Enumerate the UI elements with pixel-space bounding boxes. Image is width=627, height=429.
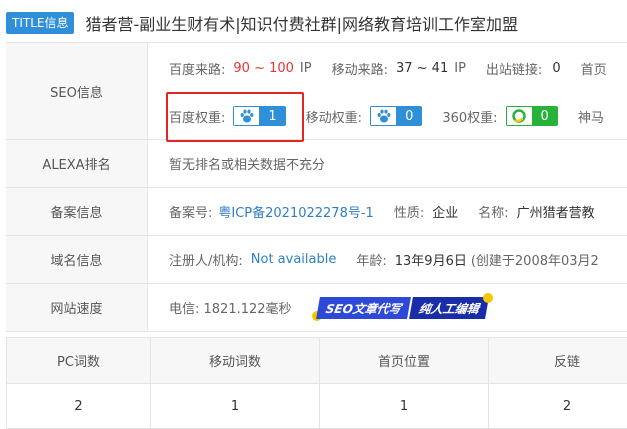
mobile-weight-badge[interactable]: 0 <box>370 106 422 126</box>
promo-dot <box>483 293 493 303</box>
created-date: (创建于2008年03月2 <box>471 250 599 269</box>
alexa-row: ALEXA排名 暂无排名或相关数据不充分 <box>6 140 627 188</box>
icp-name-value: 广州猎者营教 <box>517 202 595 221</box>
domain-content: 注册人/机构: Not available 年龄: 13年9月6日 (创建于20… <box>169 236 599 283</box>
alexa-value: 暂无排名或相关数据不充分 <box>169 140 325 187</box>
speed-label: 网站速度 <box>6 284 148 331</box>
baidu-traffic-unit: IP <box>300 61 312 76</box>
home-truncated: 首页 <box>581 59 607 78</box>
registrant-key: 注册人/机构: <box>169 250 243 269</box>
speed-row: 网站速度 电信: 1821.122毫秒 SEO文章代写 纯人工编辑 <box>6 284 627 332</box>
age-key: 年龄: <box>356 250 386 269</box>
outbound-value: 0 <box>552 61 560 76</box>
stats-header-mobile: 移动词数 <box>151 338 320 384</box>
icp-label: 备案信息 <box>6 188 148 235</box>
stats-header-backlinks: 反链 <box>489 338 627 384</box>
baidu-paw-icon <box>370 106 396 126</box>
stats-header-home: 首页位置 <box>320 338 489 384</box>
icp-nature-value: 企业 <box>432 202 458 221</box>
seo-label: SEO信息 <box>6 43 148 139</box>
stats-value-home: 1 <box>320 384 489 429</box>
age-value: 13年9月6日 <box>395 250 467 269</box>
icp-nature-key: 性质: <box>394 202 424 221</box>
weight-360-value: 0 <box>532 106 558 126</box>
baidu-traffic-key: 百度来路: <box>169 59 225 78</box>
icp-content: 备案号: 粤ICP备2021022278号-1 性质: 企业 名称: 广州猎者营… <box>169 188 595 235</box>
mobile-weight-value: 0 <box>396 106 422 126</box>
promo-seo-writing: SEO文章代写 <box>316 297 411 319</box>
icp-number-key: 备案号: <box>169 202 212 221</box>
stats-header-row: PC词数 移动词数 首页位置 反链 <box>7 338 627 384</box>
baidu-traffic-value: 90 ~ 100 <box>233 61 294 76</box>
promo-banner[interactable]: SEO文章代写 纯人工编辑 <box>318 297 487 319</box>
icp-name-key: 名称: <box>478 202 508 221</box>
mobile-weight-key: 移动权重: <box>306 107 362 126</box>
domain-label: 域名信息 <box>6 236 148 283</box>
mobile-traffic-key: 移动来路: <box>332 59 388 78</box>
promo-manual-edit: 纯人工编辑 <box>409 297 489 319</box>
seo-traffic-line: 百度来路: 90 ~ 100 IP 移动来路: 37 ~ 41 IP 出站链接:… <box>169 56 607 80</box>
registrant-value: Not available <box>251 252 337 267</box>
outbound-key: 出站链接: <box>486 59 542 78</box>
mobile-traffic-unit: IP <box>454 61 466 76</box>
telecom-speed: 电信: 1821.122毫秒 <box>169 298 292 317</box>
mobile-traffic-value: 37 ~ 41 <box>396 61 448 76</box>
site-info-table: SEO信息 百度来路: 90 ~ 100 IP 移动来路: 37 ~ 41 IP… <box>6 42 627 332</box>
seo-row: SEO信息 百度来路: 90 ~ 100 IP 移动来路: 37 ~ 41 IP… <box>6 43 627 140</box>
weight-360-key: 360权重: <box>442 107 497 126</box>
domain-row: 域名信息 注册人/机构: Not available 年龄: 13年9月6日 (… <box>6 236 627 284</box>
page-title: 猎者营-副业生财有术|知识付费社群|网络教育培训工作室加盟 <box>85 11 518 35</box>
360-icon <box>506 106 532 126</box>
title-row: TITLE信息 猎者营-副业生财有术|知识付费社群|网络教育培训工作室加盟 <box>6 11 518 35</box>
shenma-truncated: 神马 <box>578 107 604 126</box>
title-badge: TITLE信息 <box>6 12 74 34</box>
stats-value-backlinks: 2 <box>489 384 627 429</box>
stats-value-row: 2 1 1 2 <box>7 384 627 429</box>
keyword-stats-table: PC词数 移动词数 首页位置 反链 2 1 1 2 <box>6 337 627 429</box>
speed-content: 电信: 1821.122毫秒 SEO文章代写 纯人工编辑 <box>169 284 487 331</box>
alexa-label: ALEXA排名 <box>6 140 148 187</box>
weight-360-badge[interactable]: 0 <box>506 106 558 126</box>
baidu-weight-highlight <box>166 92 304 142</box>
stats-value-mobile: 1 <box>151 384 320 429</box>
stats-value-pc: 2 <box>7 384 151 429</box>
icp-number-link[interactable]: 粤ICP备2021022278号-1 <box>218 202 373 221</box>
icp-row: 备案信息 备案号: 粤ICP备2021022278号-1 性质: 企业 名称: … <box>6 188 627 236</box>
stats-header-pc: PC词数 <box>7 338 151 384</box>
